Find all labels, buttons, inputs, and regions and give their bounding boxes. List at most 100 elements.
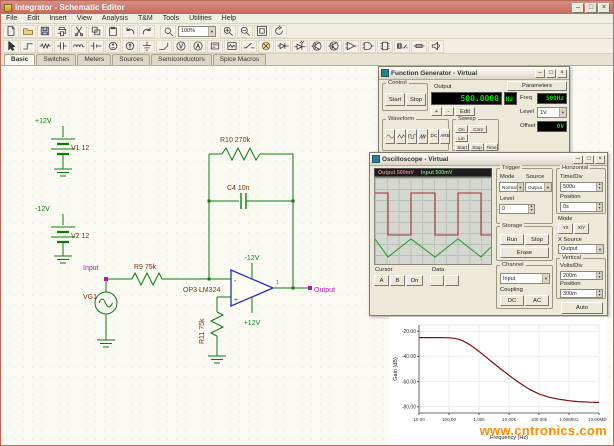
sweep-start-button[interactable]: Start	[455, 143, 469, 151]
inductor-button[interactable]	[71, 40, 87, 53]
cut-button[interactable]	[71, 25, 87, 38]
tab-semiconductors[interactable]: Semiconductors	[151, 54, 212, 65]
save-button[interactable]	[37, 25, 53, 38]
refresh-button[interactable]	[271, 25, 287, 38]
tab-sources[interactable]: Sources	[112, 54, 150, 65]
zoom-in-button[interactable]	[220, 25, 236, 38]
cursor-button[interactable]	[3, 40, 19, 53]
opamp-button[interactable]	[343, 40, 359, 53]
capacitor-button[interactable]	[54, 40, 70, 53]
fg-decrement-button[interactable]: -	[443, 107, 454, 116]
menu-tm[interactable]: T&M	[133, 15, 158, 22]
battery-button[interactable]	[88, 40, 104, 53]
xsource-select[interactable]: Output ▼	[558, 244, 604, 254]
switch-button[interactable]	[241, 40, 257, 53]
spinner-arrows-icon[interactable]: ▲▼	[596, 203, 602, 211]
resistor-button[interactable]	[37, 40, 53, 53]
logic-gate-button[interactable]	[360, 40, 376, 53]
cursor-a-button[interactable]: A	[374, 275, 389, 286]
fg-increment-button[interactable]: +	[431, 107, 442, 116]
fit-window-button[interactable]	[254, 25, 270, 38]
new-file-button[interactable]	[3, 25, 19, 38]
multimeter-button[interactable]	[207, 40, 223, 53]
component-op3[interactable]: - + OP3 LM324 1	[183, 270, 279, 306]
spinner-arrows-icon[interactable]: ▲▼	[528, 205, 534, 213]
menu-file[interactable]: File	[1, 15, 22, 22]
ic-chip-button[interactable]	[377, 40, 393, 53]
oscilloscope-window[interactable]: Oscilloscope - Virtual – □ × Output 500m…	[369, 152, 608, 316]
paste-button[interactable]	[105, 25, 121, 38]
copy-button[interactable]	[88, 25, 104, 38]
trigger-level-stepper[interactable]: 0 ▲▼	[499, 204, 535, 214]
diode-button[interactable]	[275, 40, 291, 53]
minimize-button[interactable]: –	[572, 3, 584, 13]
function-generator-window[interactable]: Function Generator - Virtual – □ × Contr…	[378, 66, 570, 153]
fg-start-button[interactable]: Start	[385, 93, 405, 106]
open-folder-button[interactable]	[20, 25, 36, 38]
jumper-button[interactable]	[156, 40, 172, 53]
menu-tools[interactable]: Tools	[158, 15, 184, 22]
trigger-mode-select[interactable]: Normal ▼	[499, 182, 524, 192]
h-position-stepper[interactable]: 0s ▲▼	[560, 202, 603, 212]
title-bar[interactable]: integrator - Schematic Editor – □ ×	[1, 1, 613, 14]
v-position-stepper[interactable]: 300m ▲▼	[560, 289, 603, 298]
tab-spice-macros[interactable]: Spice Macros	[213, 54, 266, 65]
menu-edit[interactable]: Edit	[22, 15, 44, 22]
export-data-button[interactable]	[430, 275, 444, 286]
wire-button[interactable]	[20, 40, 36, 53]
mode-yt-button[interactable]: Y/t	[558, 223, 573, 234]
ammeter-button[interactable]	[190, 40, 206, 53]
voltmeter-button[interactable]	[173, 40, 189, 53]
fg-minimize-button[interactable]: –	[535, 69, 545, 78]
component-r11[interactable]: R11 75k	[199, 312, 223, 344]
spinner-arrows-icon[interactable]: ▲▼	[596, 183, 602, 191]
scope-minimize-button[interactable]: –	[573, 155, 583, 164]
close-button[interactable]: ×	[598, 3, 610, 13]
component-r10[interactable]: R10 270k	[220, 137, 260, 160]
tab-meters[interactable]: Meters	[77, 54, 111, 65]
menu-help[interactable]: Help	[217, 15, 241, 22]
pnp-transistor-button[interactable]	[326, 40, 342, 53]
fuse-button[interactable]	[411, 40, 427, 53]
erase-button[interactable]: Erase	[500, 247, 549, 258]
waveform-square-button[interactable]	[407, 129, 417, 144]
spinner-arrows-icon[interactable]: ▲▼	[596, 272, 602, 279]
sweep-time-button[interactable]: Time	[485, 143, 498, 151]
component-v1[interactable]: V1 12	[51, 139, 89, 154]
sweep-on-button[interactable]: On	[455, 125, 468, 133]
tab-switches[interactable]: Switches	[36, 54, 76, 65]
schematic-canvas[interactable]: V1 12 V2 12 VG1 R9 75k R10 270k	[1, 66, 613, 446]
menu-analysis[interactable]: Analysis	[97, 15, 133, 22]
voltsdiv-stepper[interactable]: 200m ▲▼	[560, 271, 603, 280]
zoom-out-button[interactable]	[237, 25, 253, 38]
coupling-ac-button[interactable]: AC	[525, 295, 549, 306]
run-button[interactable]: Run	[500, 234, 524, 245]
speaker-button[interactable]	[428, 40, 444, 53]
spinner-arrows-icon[interactable]: ▲▼	[596, 290, 602, 297]
auto-button[interactable]: Auto	[561, 302, 603, 314]
waveform-triangle-button[interactable]	[396, 129, 406, 144]
maximize-button[interactable]: □	[585, 3, 597, 13]
channel-select[interactable]: Input ▼	[500, 273, 550, 284]
coupling-dc-button[interactable]: DC	[500, 295, 524, 306]
fg-stop-button[interactable]: Stop	[406, 93, 426, 106]
oscilloscope-probe-button[interactable]	[224, 40, 240, 53]
timediv-stepper[interactable]: 500u ▲▼	[560, 182, 603, 192]
ground-button[interactable]	[139, 40, 155, 53]
waveform-arb-button[interactable]: ARB	[440, 129, 450, 144]
fg-level-select[interactable]: 1V ▼	[537, 107, 567, 118]
stop-button[interactable]: Stop	[525, 234, 549, 245]
undo-button[interactable]	[122, 25, 138, 38]
current-source-button[interactable]	[122, 40, 138, 53]
fg-maximize-button[interactable]: □	[546, 69, 556, 78]
sweep-stop-button[interactable]: Stop	[470, 143, 484, 151]
cursor-on-button[interactable]: On	[406, 275, 423, 286]
redo-button[interactable]	[139, 25, 155, 38]
waveform-dc-button[interactable]: DC	[429, 129, 439, 144]
led-button[interactable]	[292, 40, 308, 53]
component-c4[interactable]: C4 10n	[227, 185, 250, 209]
sweep-lin-button[interactable]: Lin	[455, 134, 468, 142]
relay-button[interactable]	[394, 40, 410, 53]
tab-basic[interactable]: Basic	[4, 54, 35, 65]
mode-xy-button[interactable]: X/Y	[574, 223, 589, 234]
